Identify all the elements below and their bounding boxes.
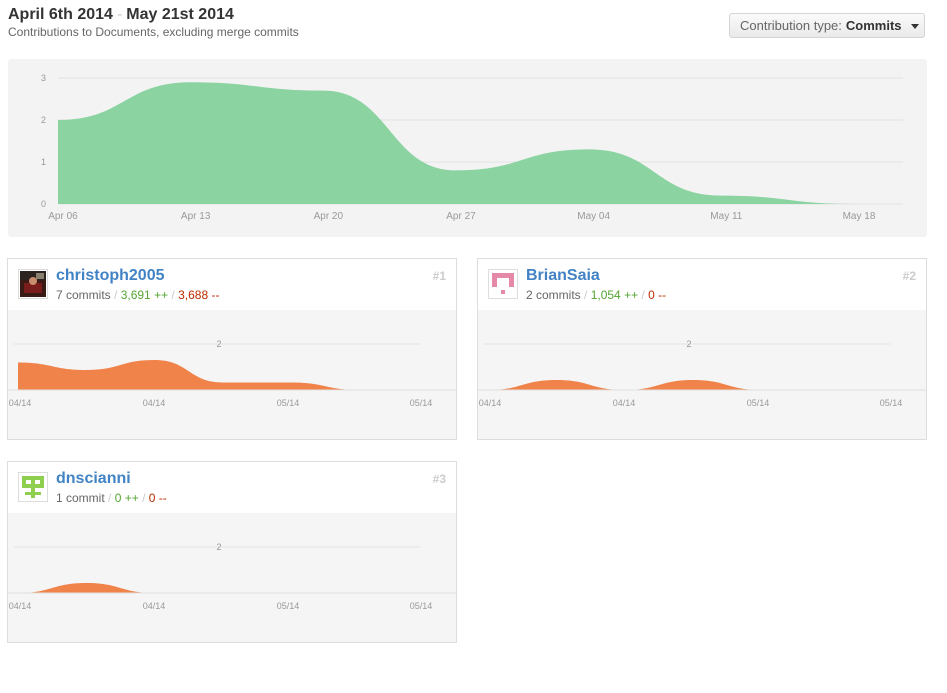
chevron-down-icon xyxy=(910,23,919,29)
contributor-name-link[interactable]: dnscianni xyxy=(56,470,131,488)
y-tick-label: 1 xyxy=(41,157,46,167)
y-tick-label: 2 xyxy=(216,339,221,349)
contributor-card: christoph2005 7 commits / 3,691 ++ / 3,6… xyxy=(7,258,457,440)
end-date: May 21st 2014 xyxy=(126,6,234,23)
x-tick-label: Apr 27 xyxy=(446,211,476,222)
commit-count: 2 commits xyxy=(526,288,581,302)
additions-count: 0 ++ xyxy=(114,491,139,505)
commits-over-time-chart: 0 1 2 3 Apr 06 Apr 13 Apr 20 Apr 27 May 04 May 11… xyxy=(8,59,927,237)
x-tick-label: 04/14 xyxy=(143,398,166,408)
contributor-chart-svg: 2 04/14 04/14 05/14 05/14 xyxy=(478,339,926,408)
avatar[interactable] xyxy=(18,269,48,299)
avatar[interactable] xyxy=(488,269,518,299)
avatar[interactable] xyxy=(18,472,48,502)
x-tick-label: 04/14 xyxy=(479,398,502,408)
contribution-type-select[interactable]: Contribution type: Commits xyxy=(729,13,925,38)
x-tick-label: 04/14 xyxy=(143,601,166,611)
x-tick-label: 04/14 xyxy=(9,601,32,611)
contributor-chart-svg: 2 04/14 04/14 05/14 05/14 xyxy=(8,542,456,611)
contributor-stats: 2 commits / 1,054 ++ / 0 -- xyxy=(526,288,667,302)
y-tick-label: 2 xyxy=(686,339,691,349)
x-tick-label: 04/14 xyxy=(9,398,32,408)
deletions-count: 0 -- xyxy=(648,288,667,302)
x-tick-label: May 11 xyxy=(710,211,742,222)
contributor-stats: 1 commit / 0 ++ / 0 -- xyxy=(56,491,167,505)
contributor-header: BrianSaia 2 commits / 1,054 ++ / 0 -- #2 xyxy=(478,259,926,311)
contributor-rank: #1 xyxy=(432,269,446,283)
contributor-rank: #3 xyxy=(432,472,446,486)
contributor-header: dnscianni 1 commit / 0 ++ / 0 -- #3 xyxy=(8,462,456,514)
x-tick-label: 05/14 xyxy=(277,601,300,611)
y-tick-label: 0 xyxy=(41,199,46,209)
page-subtitle: Contributions to Documents, excluding me… xyxy=(8,25,299,39)
contributor-name-link[interactable]: christoph2005 xyxy=(56,267,164,285)
contributor-stats: 7 commits / 3,691 ++ / 3,688 -- xyxy=(56,288,220,302)
x-tick-label: May 04 xyxy=(577,211,610,222)
contributor-chart: 2 04/14 04/14 05/14 05/14 xyxy=(8,513,456,642)
deletions-count: 0 -- xyxy=(148,491,167,505)
pink-identicon-icon xyxy=(490,271,516,297)
x-tick-label: 05/14 xyxy=(410,601,433,611)
x-tick-label: Apr 13 xyxy=(181,211,211,222)
contribution-type-label: Contribution type: xyxy=(740,18,842,33)
x-tick-label: Apr 06 xyxy=(48,211,78,222)
contributor-name-link[interactable]: BrianSaia xyxy=(526,267,600,285)
y-tick-label: 3 xyxy=(41,73,46,83)
page-header: April 6th 2014- May 21st 2014 Contributio… xyxy=(8,5,299,39)
contributor-chart: 2 04/14 04/14 05/14 05/14 xyxy=(478,310,926,439)
contributor-rank: #2 xyxy=(902,269,916,283)
x-tick-label: May 18 xyxy=(843,211,876,222)
date-range: April 6th 2014- May 21st 2014 xyxy=(8,5,299,25)
contributor-card: dnscianni 1 commit / 0 ++ / 0 -- #3 2 04/… xyxy=(7,461,457,643)
x-tick-label: 05/14 xyxy=(277,398,300,408)
contributor-chart-svg: 2 04/14 04/14 05/14 05/14 xyxy=(8,339,456,408)
commit-count: 7 commits xyxy=(56,288,111,302)
main-chart-svg: 0 1 2 3 Apr 06 Apr 13 Apr 20 Apr 27 May 04 May 11… xyxy=(41,73,903,222)
x-tick-label: 05/14 xyxy=(410,398,433,408)
start-date: April 6th 2014 xyxy=(8,6,113,23)
x-tick-label: Apr 20 xyxy=(314,211,344,222)
x-tick-label: 05/14 xyxy=(880,398,903,408)
green-identicon-icon xyxy=(20,474,46,500)
area-series xyxy=(18,583,428,593)
photo-avatar-icon xyxy=(20,271,46,297)
y-tick-label: 2 xyxy=(216,542,221,552)
contributor-header: christoph2005 7 commits / 3,691 ++ / 3,6… xyxy=(8,259,456,311)
area-series xyxy=(488,380,898,390)
commit-count: 1 commit xyxy=(56,491,105,505)
additions-count: 1,054 ++ xyxy=(590,288,639,302)
x-tick-label: 05/14 xyxy=(747,398,770,408)
contribution-type-value: Commits xyxy=(845,18,902,33)
additions-count: 3,691 ++ xyxy=(120,288,169,302)
contributor-chart: 2 04/14 04/14 05/14 05/14 xyxy=(8,310,456,439)
area-series xyxy=(58,82,854,204)
y-tick-label: 2 xyxy=(41,115,46,125)
area-series xyxy=(18,360,428,390)
x-tick-label: 04/14 xyxy=(613,398,636,408)
date-separator: - xyxy=(116,6,123,23)
contributor-card: BrianSaia 2 commits / 1,054 ++ / 0 -- #2… xyxy=(477,258,927,440)
deletions-count: 3,688 -- xyxy=(178,288,220,302)
